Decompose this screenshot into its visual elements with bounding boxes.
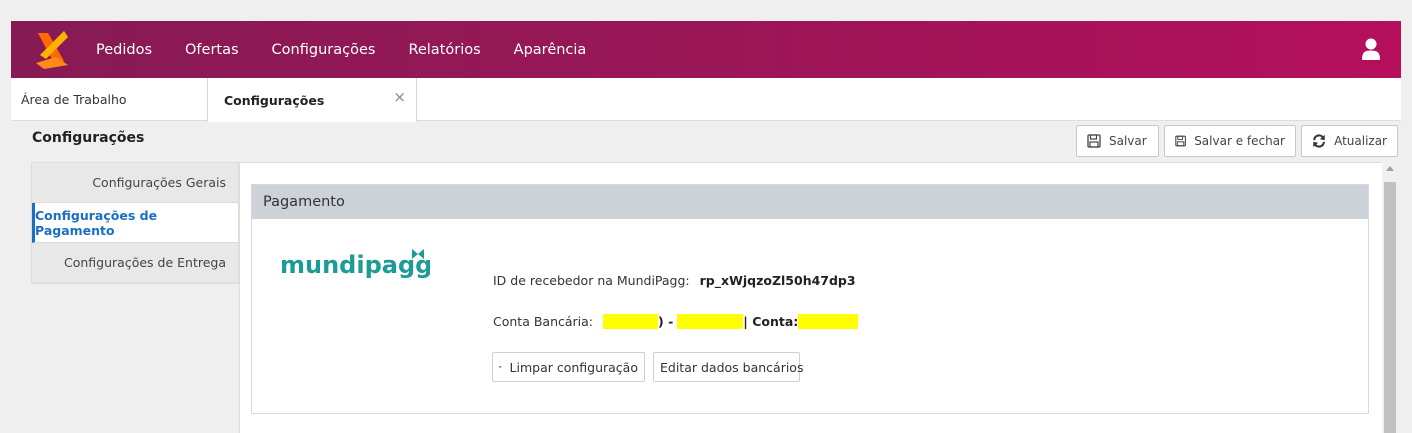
bank-separator: ) - (658, 314, 674, 329)
nav-pedidos[interactable]: Pedidos (96, 42, 152, 58)
scrollbar-thumb[interactable] (1384, 182, 1396, 433)
nav-aparencia[interactable]: Aparência (514, 42, 587, 58)
tab-area-de-trabalho[interactable]: Área de Trabalho (21, 78, 207, 121)
save-label: Salvar (1109, 134, 1147, 148)
settings-sidebar: Configurações Gerais Configurações de Pa… (31, 162, 239, 284)
clear-config-button[interactable]: Limpar configuração (492, 352, 645, 382)
nav-configuracoes[interactable]: Configurações (272, 42, 376, 58)
redacted-agency (677, 314, 744, 329)
close-icon (499, 365, 502, 369)
main-nav: Pedidos Ofertas Configurações Relatórios… (96, 42, 619, 58)
user-icon[interactable] (1361, 38, 1381, 60)
panel-header: Pagamento (252, 185, 1368, 219)
refresh-button[interactable]: Atualizar (1301, 125, 1398, 157)
close-icon[interactable]: × (393, 88, 406, 106)
page-title: Configurações (32, 130, 145, 146)
sidebar-item-entrega[interactable]: Configurações de Entrega (32, 243, 238, 283)
nav-ofertas[interactable]: Ofertas (185, 42, 239, 58)
save-close-label: Salvar e fechar (1194, 134, 1285, 148)
redacted-bank (603, 314, 659, 329)
edit-bank-button[interactable]: Editar dados bancários (653, 352, 803, 382)
mundipagg-logo: mundipagg (280, 245, 432, 289)
refresh-label: Atualizar (1334, 134, 1387, 148)
save-icon (1087, 134, 1101, 148)
tab-bar: Área de Trabalho Configurações × (11, 78, 1401, 122)
save-icon (1175, 135, 1186, 147)
refresh-icon (1313, 134, 1325, 148)
vertical-scrollbar[interactable] (1382, 162, 1398, 433)
receiver-id-label: ID de recebedor na MundiPagg: (493, 273, 690, 288)
save-button[interactable]: Salvar (1076, 125, 1159, 157)
mundipagg-logo-text: mundipagg (280, 251, 430, 279)
scroll-up-arrow-icon[interactable] (1386, 166, 1394, 171)
save-close-button[interactable]: Salvar e fechar (1164, 125, 1296, 157)
tab-configuracoes-label: Configurações (224, 92, 325, 108)
nav-relatorios[interactable]: Relatórios (408, 42, 480, 58)
tab-configuracoes[interactable]: Configurações × (207, 78, 417, 122)
account-separator: | Conta: (743, 314, 799, 329)
sidebar-item-gerais[interactable]: Configurações Gerais (32, 163, 238, 203)
bank-account-row: Conta Bancária: ) - | Conta: (493, 314, 859, 329)
receiver-id-row: ID de recebedor na MundiPagg: rp_xWjqzoZ… (493, 273, 856, 288)
clear-config-label: Limpar configuração (509, 359, 638, 375)
top-navbar: Pedidos Ofertas Configurações Relatórios… (11, 21, 1401, 78)
bank-account-label: Conta Bancária: (493, 314, 594, 329)
redacted-account (798, 314, 859, 329)
sidebar-item-pagamento[interactable]: Configurações de Pagamento (32, 203, 238, 243)
receiver-id-value: rp_xWjqzoZl50h47dp3 (699, 273, 856, 288)
app-logo[interactable] (34, 21, 82, 78)
payment-panel: Pagamento mundipagg ID de recebedor na M… (251, 184, 1369, 414)
